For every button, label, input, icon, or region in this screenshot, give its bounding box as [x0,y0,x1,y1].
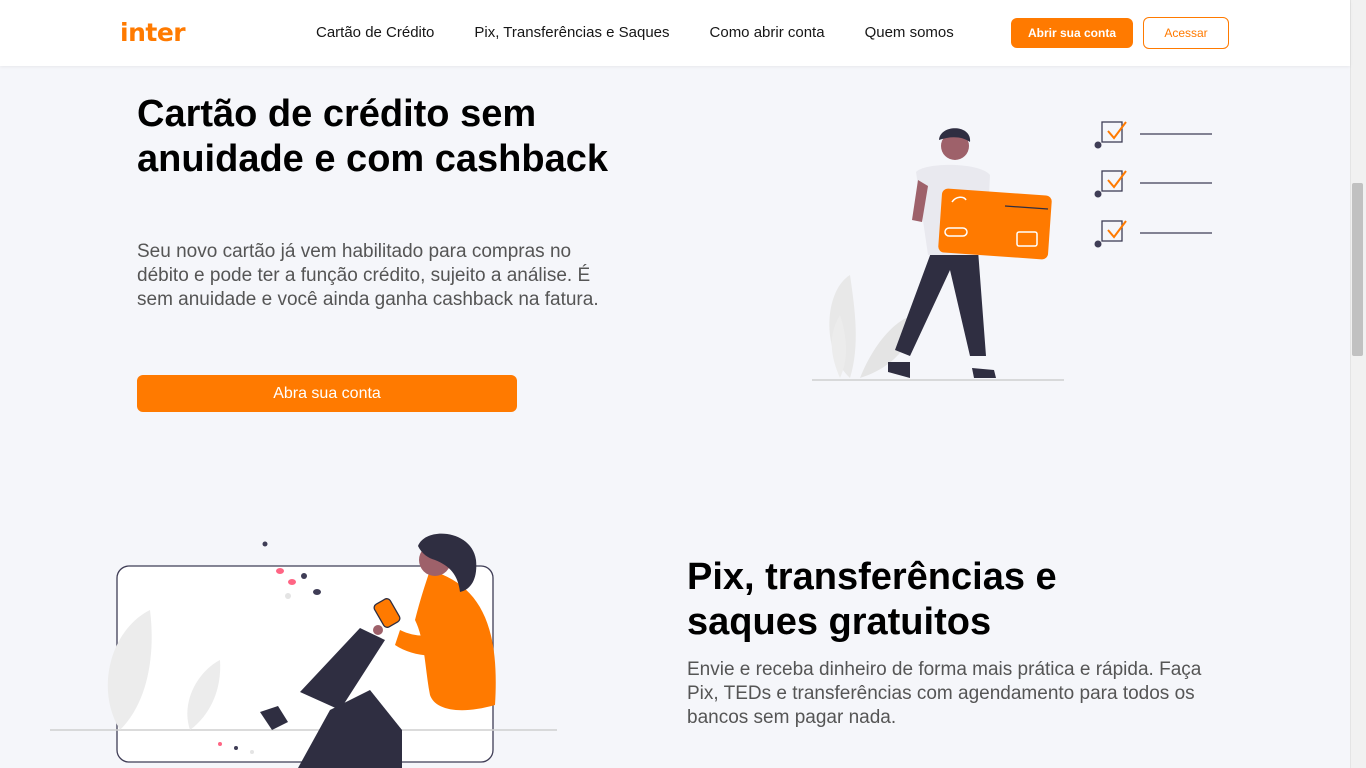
pix-section-description: Envie e receba dinheiro de forma mais pr… [687,659,1202,728]
nav-link-credit-card[interactable]: Cartão de Crédito [316,24,434,41]
nav-link-about-us[interactable]: Quem somos [865,24,954,41]
open-account-button[interactable]: Abrir sua conta [1011,18,1133,48]
nav-link-pix[interactable]: Pix, Transferências e Saques [474,24,669,41]
main-nav: Cartão de Crédito Pix, Transferências e … [316,24,994,41]
hero-open-account-button[interactable]: Abra sua conta [137,375,517,412]
page-scrollbar-track[interactable] [1350,0,1366,768]
nav-link-how-to-open[interactable]: Como abrir conta [710,24,825,41]
hero-title: Cartão de crédito sem anuidade e com cas… [137,93,608,180]
checklist-decoration [1094,121,1212,248]
credit-card-illustration [812,121,1212,381]
page-scrollbar-thumb[interactable] [1352,183,1363,356]
hero-description: Seu novo cartão já vem habilitado para c… [137,241,599,310]
inter-logo[interactable]: inter [120,18,186,47]
phone-user-illustration [50,533,557,768]
pix-section-title: Pix, transferências e saques gratuitos [687,556,1057,643]
access-button[interactable]: Acessar [1143,17,1229,49]
top-navbar: inter Cartão de Crédito Pix, Transferênc… [0,0,1350,66]
credit-card-icon [938,188,1052,260]
